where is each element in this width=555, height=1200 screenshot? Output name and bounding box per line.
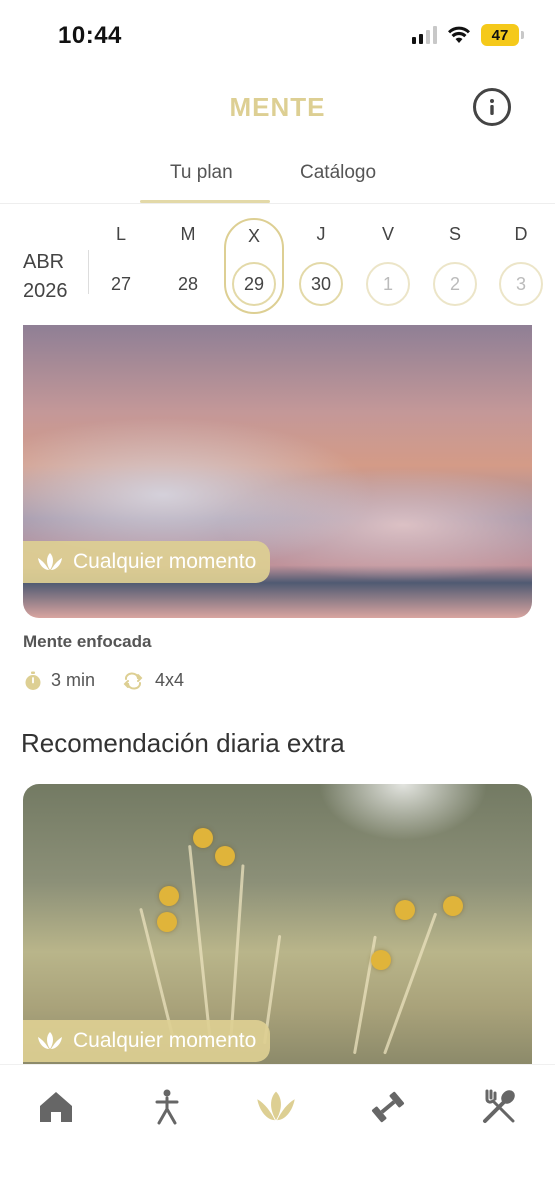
battery-indicator: 47 bbox=[481, 24, 524, 46]
stopwatch-icon bbox=[25, 671, 41, 690]
day-letter: J bbox=[316, 224, 326, 244]
day-number: 1 bbox=[366, 262, 410, 306]
nav-nutrition[interactable] bbox=[477, 1085, 521, 1129]
fork-spoon-icon bbox=[483, 1089, 515, 1123]
tab-bar: Tu plan Catálogo bbox=[0, 150, 555, 204]
calendar-month-year: ABR 2026 bbox=[23, 248, 68, 306]
nav-mind[interactable] bbox=[254, 1085, 298, 1129]
status-bar: 10:44 47 bbox=[0, 0, 555, 70]
time-badge: Cualquier momento bbox=[23, 541, 271, 583]
day-number: 2 bbox=[433, 262, 477, 306]
calendar-day-sunday[interactable]: D 3 bbox=[488, 210, 554, 318]
status-time: 10:44 bbox=[58, 22, 122, 49]
calendar-day-thursday[interactable]: J 30 bbox=[288, 210, 354, 318]
dumbbell-icon bbox=[371, 1091, 405, 1123]
session-title[interactable]: Mente enfocada bbox=[23, 632, 151, 652]
extra-recommendation-card[interactable]: Cualquier momento bbox=[23, 784, 532, 1064]
page-title: MENTE bbox=[229, 92, 326, 122]
tab-tu-plan[interactable]: Tu plan bbox=[170, 162, 233, 184]
session-pattern: 4x4 bbox=[155, 670, 185, 690]
day-letter: D bbox=[514, 224, 528, 244]
repeat-icon bbox=[123, 672, 143, 689]
tab-catalogo[interactable]: Catálogo bbox=[300, 162, 376, 184]
day-number: 27 bbox=[110, 273, 132, 294]
lotus-icon bbox=[257, 1091, 295, 1121]
nav-stretch[interactable] bbox=[145, 1085, 189, 1129]
day-letter: M bbox=[180, 224, 196, 244]
day-letter: X bbox=[247, 226, 260, 246]
day-letter: V bbox=[381, 224, 394, 244]
calendar-day-monday[interactable]: L 27 bbox=[88, 210, 154, 318]
day-letter: L bbox=[115, 224, 126, 244]
calendar-day-tuesday[interactable]: M 28 bbox=[155, 210, 221, 318]
session-card-image[interactable]: Cualquier momento bbox=[23, 325, 532, 618]
time-badge: Cualquier momento bbox=[23, 1020, 271, 1062]
week-calendar: ABR 2026 L 27 M 28 X 29 J 30 V 1 S 2 D 3 bbox=[0, 210, 555, 322]
section-title-extra: Recomendación diaria extra bbox=[21, 728, 345, 758]
bottom-navigation bbox=[0, 1064, 555, 1200]
nav-home[interactable] bbox=[34, 1085, 78, 1129]
calendar-year: 2026 bbox=[23, 280, 68, 302]
calendar-day-wednesday-selected[interactable]: X 29 bbox=[224, 218, 284, 314]
active-tab-indicator bbox=[140, 200, 270, 203]
day-number: 28 bbox=[177, 273, 199, 294]
info-icon bbox=[490, 99, 494, 115]
stretch-person-icon bbox=[155, 1089, 179, 1125]
day-number: 30 bbox=[299, 262, 343, 306]
battery-level: 47 bbox=[491, 26, 509, 44]
calendar-month: ABR bbox=[23, 251, 65, 273]
day-number: 29 bbox=[232, 262, 276, 306]
session-meta: 3 min 4x4 bbox=[23, 670, 184, 691]
home-icon bbox=[40, 1092, 72, 1122]
lotus-icon bbox=[38, 553, 62, 570]
session-duration: 3 min bbox=[51, 670, 96, 690]
day-letter: S bbox=[448, 224, 461, 244]
calendar-day-saturday[interactable]: S 2 bbox=[422, 210, 488, 318]
lotus-icon bbox=[38, 1032, 62, 1049]
badge-label: Cualquier momento bbox=[73, 1029, 257, 1052]
signal-icon bbox=[412, 26, 437, 44]
calendar-day-friday[interactable]: V 1 bbox=[355, 210, 421, 318]
info-button[interactable] bbox=[473, 88, 511, 126]
header: MENTE bbox=[0, 80, 555, 136]
nav-fitness[interactable] bbox=[366, 1085, 410, 1129]
status-icons: 47 bbox=[412, 24, 524, 46]
badge-label: Cualquier momento bbox=[73, 550, 257, 573]
day-number: 3 bbox=[499, 262, 543, 306]
wifi-icon bbox=[448, 26, 470, 43]
